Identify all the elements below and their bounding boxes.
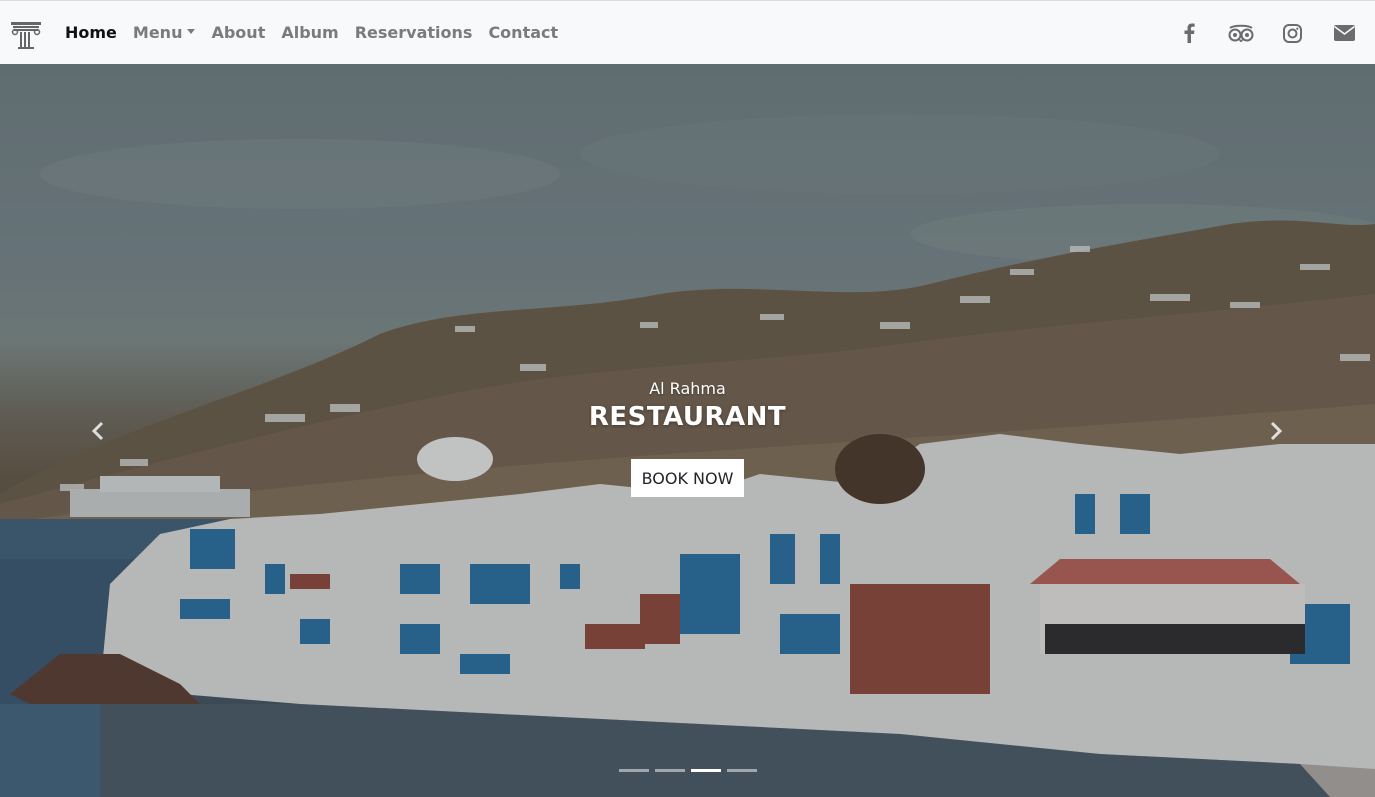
nav-about[interactable]: About: [211, 23, 265, 42]
nav-album[interactable]: Album: [281, 23, 338, 42]
carousel-prev-button[interactable]: [78, 416, 118, 446]
carousel-indicator-4[interactable]: [727, 769, 757, 772]
hero-subtitle: Al Rahma: [649, 379, 726, 398]
carousel-indicator-2[interactable]: [655, 769, 685, 772]
book-now-button[interactable]: BOOK NOW: [631, 459, 744, 497]
carousel-indicators: [619, 769, 757, 772]
chevron-left-icon: [91, 421, 104, 441]
nav-menu-label: Menu: [132, 23, 183, 42]
carousel-next-button[interactable]: [1256, 416, 1296, 446]
envelope-icon[interactable]: [1331, 21, 1357, 45]
hero-title: RESTAURANT: [588, 402, 787, 432]
facebook-icon[interactable]: [1176, 21, 1202, 45]
nav-contact[interactable]: Contact: [488, 23, 558, 42]
brand-logo-icon[interactable]: [10, 19, 42, 49]
tripadvisor-icon[interactable]: [1227, 21, 1255, 45]
chevron-right-icon: [1270, 421, 1283, 441]
nav-reservations[interactable]: Reservations: [355, 23, 473, 42]
carousel-indicator-1[interactable]: [619, 769, 649, 772]
nav-links: Home Menu About Album Reservations Conta…: [65, 1, 574, 64]
nav-menu-dropdown[interactable]: Menu: [133, 23, 196, 42]
caret-down-icon: [187, 29, 196, 34]
instagram-icon[interactable]: [1279, 21, 1305, 45]
carousel-indicator-3[interactable]: [691, 769, 721, 772]
navbar: Home Menu About Album Reservations Conta…: [0, 1, 1375, 64]
column-pillar-icon: [11, 22, 41, 49]
hero-carousel: Al Rahma RESTAURANT BOOK NOW: [0, 64, 1375, 797]
nav-home[interactable]: Home: [65, 23, 117, 42]
